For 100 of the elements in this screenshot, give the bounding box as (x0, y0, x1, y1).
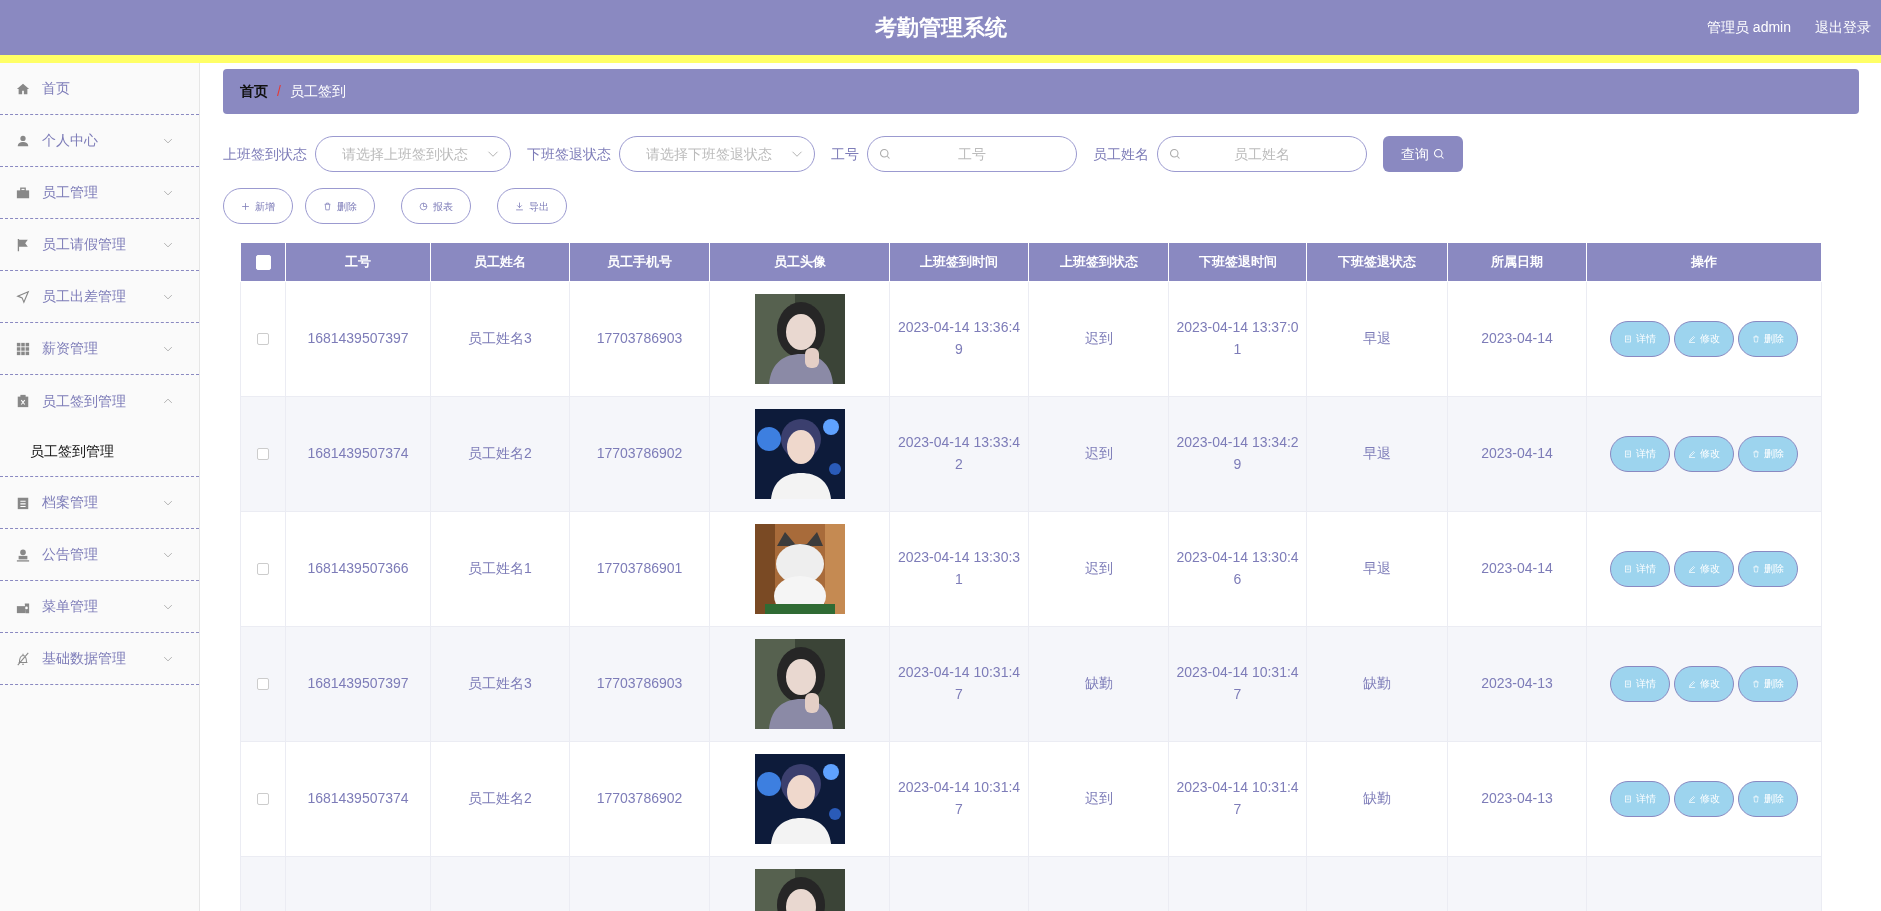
row-checkbox[interactable] (257, 793, 269, 806)
dropdown-field[interactable]: 请选择下班签退状态 (619, 136, 815, 172)
check-in-time: 2023-04-14 13:33:42 (897, 434, 1021, 472)
check-in-time: 2023-04-14 13:30:31 (897, 549, 1021, 587)
employee-name: 员工姓名3 (468, 675, 532, 692)
breadcrumb-link[interactable]: 员工签到 (289, 81, 346, 102)
date-text: 2023-04-13 (1481, 790, 1553, 807)
pie-chart-icon (419, 201, 428, 211)
check-in-status: 迟到 (1084, 445, 1113, 462)
check-out-status: 早退 (1363, 445, 1391, 462)
stamp-icon (16, 547, 30, 562)
check-out-status: 早退 (1363, 560, 1391, 577)
phone-number: 17703786902 (596, 790, 683, 807)
action-button[interactable]: 报表 (401, 188, 471, 224)
logout-link[interactable]: 退出登录 (1815, 17, 1871, 38)
send-icon (16, 289, 30, 304)
sidebar-item[interactable]: 首页 (0, 63, 199, 115)
search-icon (879, 148, 891, 160)
pencil-icon (1688, 795, 1696, 803)
date-text: 2023-04-14 (1481, 330, 1553, 347)
check-in-status: 迟到 (1084, 330, 1113, 347)
download-icon (515, 201, 524, 211)
row-checkbox[interactable] (257, 333, 269, 346)
column-header: 员工头像 (709, 242, 890, 282)
column-header: 员工手机号 (569, 242, 710, 282)
phone-number: 17703786903 (596, 675, 683, 692)
column-header: 员工姓名 (430, 242, 570, 282)
flag-icon (16, 237, 30, 252)
check-out-time: 2023-04-14 13:34:29 (1176, 434, 1299, 472)
select-all-checkbox[interactable] (255, 255, 271, 271)
date-text: 2023-04-14 (1481, 560, 1553, 577)
sidebar-item[interactable]: 员工管理 (0, 167, 199, 219)
column-header: 上班签到状态 (1028, 242, 1169, 282)
action-button[interactable]: 删除 (305, 188, 375, 224)
action-button[interactable]: 新增 (223, 188, 293, 224)
trash-icon (1752, 450, 1760, 458)
sidebar-item[interactable]: 员工出差管理 (0, 271, 199, 323)
sidebar-item[interactable]: 公告管理 (0, 529, 199, 581)
check-in-status: 迟到 (1084, 790, 1113, 807)
filter-label: 员工姓名 (1093, 144, 1149, 164)
admin-user-label: 管理员 admin (1706, 18, 1791, 37)
filter-label: 工号 (831, 144, 859, 164)
trash-icon (1752, 565, 1760, 573)
home-icon (16, 81, 30, 96)
sidebar-item[interactable]: 个人中心 (0, 115, 199, 167)
employee-name: 员工姓名2 (468, 445, 532, 462)
date-text: 2023-04-13 (1481, 675, 1553, 692)
sidebar-item[interactable]: 员工请假管理 (0, 219, 199, 271)
row-checkbox[interactable] (257, 563, 269, 576)
employee-name: 员工姓名3 (468, 330, 532, 347)
sidebar-item[interactable]: 基础数据管理 (0, 633, 199, 685)
document-icon (1624, 335, 1632, 343)
check-out-time: 2023-04-14 10:31:47 (1176, 779, 1299, 817)
employee-id: 1681439507374 (307, 790, 409, 807)
plus-icon (241, 201, 250, 211)
action-button[interactable]: 导出 (497, 188, 567, 224)
column-header: 下班签退状态 (1306, 242, 1448, 282)
column-header: 下班签退时间 (1168, 242, 1307, 282)
sidebar-item[interactable]: 薪资管理 (0, 323, 199, 375)
trash-icon (1752, 335, 1760, 343)
sidebar-item[interactable]: 档案管理 (0, 477, 199, 529)
column-header: 上班签到时间 (889, 242, 1029, 282)
check-out-time: 2023-04-14 13:37:01 (1176, 319, 1299, 357)
row-checkbox[interactable] (257, 448, 269, 461)
check-out-status: 缺勤 (1363, 790, 1391, 807)
column-header: 工号 (285, 242, 431, 282)
document-icon (16, 495, 30, 510)
breadcrumb-separator: / (277, 82, 281, 101)
employee-id: 1681439507397 (307, 675, 409, 692)
search-icon (1169, 148, 1181, 160)
row-checkbox[interactable] (257, 678, 269, 691)
briefcase-icon (16, 185, 30, 200)
employee-name: 员工姓名2 (468, 790, 532, 807)
search-field[interactable]: 工号 (867, 136, 1077, 172)
pencil-icon (1688, 450, 1696, 458)
search-icon (1433, 148, 1445, 160)
check-out-status: 缺勤 (1363, 675, 1391, 692)
query-button[interactable]: 查询 (1383, 136, 1463, 172)
check-in-status: 迟到 (1084, 560, 1113, 577)
pencil-icon (1688, 680, 1696, 688)
phone-number: 17703786901 (596, 560, 683, 577)
check-in-time: 2023-04-14 10:31:47 (897, 664, 1021, 702)
employee-id: 1681439507374 (307, 445, 409, 462)
document-icon (1624, 565, 1632, 573)
sidebar-item[interactable]: 员工签到管理 (0, 375, 199, 427)
search-field[interactable]: 员工姓名 (1157, 136, 1367, 172)
clipboard-icon (16, 394, 30, 408)
check-out-time: 2023-04-14 13:30:46 (1176, 549, 1299, 587)
employee-name: 员工姓名1 (468, 560, 532, 577)
phone-number: 17703786903 (596, 330, 683, 347)
sidebar-item[interactable]: 菜单管理 (0, 581, 199, 633)
filter-label: 下班签退状态 (527, 144, 611, 164)
employee-id: 1681439507366 (307, 560, 409, 577)
sidebar-subitem[interactable]: 员工签到管理 (0, 427, 199, 477)
date-text: 2023-04-14 (1481, 445, 1553, 462)
breadcrumb-link[interactable]: 首页 (240, 81, 268, 102)
trash-icon (323, 201, 332, 211)
pencil-icon (1688, 335, 1696, 343)
check-in-time: 2023-04-14 10:31:47 (897, 779, 1021, 817)
check-in-status: 缺勤 (1084, 675, 1113, 692)
